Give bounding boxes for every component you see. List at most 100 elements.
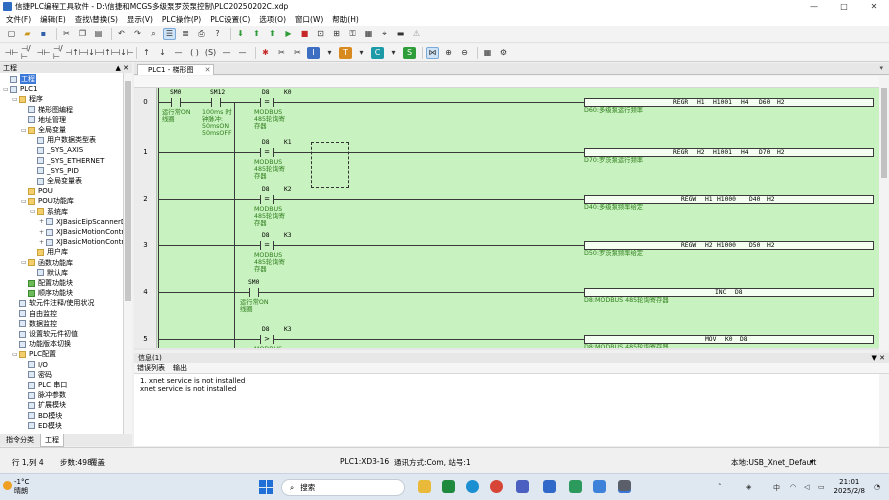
tree-item[interactable]: + XJBasicEipScannerDa	[39, 217, 123, 227]
hline-icon[interactable]: —	[236, 47, 249, 59]
stop-icon[interactable]: ■	[298, 28, 311, 40]
library-icon[interactable]: ▦	[481, 47, 494, 59]
run-icon[interactable]: ▶	[282, 28, 295, 40]
menu-plc-operation[interactable]: PLC操作(P)	[162, 14, 201, 25]
tree-item[interactable]: 用户库	[30, 247, 68, 257]
tree-item[interactable]: 数据监控	[12, 319, 57, 329]
no-contact[interactable]	[211, 98, 221, 107]
menu-window[interactable]: 窗口(W)	[295, 14, 323, 25]
tree-item[interactable]: + XJBasicMotionControl	[39, 227, 123, 237]
tree-item[interactable]: 顺序功能块	[21, 288, 73, 298]
compare-contact[interactable]: =	[260, 98, 274, 107]
instruction-icon[interactable]: I	[307, 46, 320, 59]
delete-hline-icon[interactable]: ✂	[291, 47, 304, 59]
tab-dropdown-icon[interactable]: ▾	[879, 64, 883, 72]
tree-item[interactable]: 用户数据类型表	[30, 135, 96, 145]
tree-expander-icon[interactable]: ▭	[21, 259, 27, 266]
project-tree-scrollbar[interactable]	[124, 73, 132, 434]
app-icon-8[interactable]	[593, 480, 606, 493]
find-icon[interactable]: ⌕	[147, 28, 160, 40]
save-icon[interactable]: ▪	[37, 28, 50, 40]
menu-edit[interactable]: 编辑(E)	[40, 14, 66, 25]
tree-item[interactable]: 软元件注释/使用状况	[12, 298, 94, 308]
tree-item[interactable]: 默认库	[30, 268, 68, 278]
file-explorer-icon[interactable]	[418, 480, 431, 493]
tray-app-icon[interactable]: ◈	[746, 483, 751, 491]
new-file-icon[interactable]: ▢	[5, 28, 18, 40]
tab-plc1-ladder[interactable]: PLC1 - 梯形图 ✕	[137, 64, 215, 75]
tree-item[interactable]: _SYS_PID	[30, 166, 79, 176]
info-scrollbar[interactable]	[879, 374, 889, 446]
status-port[interactable]: 本地:USB_Xnet_Default	[731, 457, 816, 468]
tree-item[interactable]: 地址管理	[21, 115, 66, 125]
compare-icon[interactable]: ⬆	[266, 28, 279, 40]
no-contact[interactable]	[171, 98, 181, 107]
ladder-vertical-scrollbar[interactable]	[879, 76, 889, 350]
text-icon[interactable]: T	[339, 46, 352, 59]
tree-expander-icon[interactable]: ▭	[21, 198, 27, 205]
tab-output[interactable]: 输出	[173, 363, 187, 373]
set-coil-icon[interactable]: (S)	[204, 47, 217, 59]
help-icon[interactable]: ?	[211, 28, 224, 40]
menu-plc-settings[interactable]: PLC设置(C)	[210, 14, 250, 25]
tree-item[interactable]: 功能版本切换	[12, 339, 71, 349]
status-port-dropdown-icon[interactable]: ▾	[810, 457, 814, 466]
parallel-rising-icon[interactable]: ⊣↑⊢	[97, 47, 118, 59]
wifi-icon[interactable]: ◠	[790, 483, 796, 491]
battery-icon[interactable]: ▭	[818, 483, 825, 491]
tree-item[interactable]: PLC 串口	[21, 380, 67, 390]
clock[interactable]: 21:01 2025/2/8	[834, 478, 865, 496]
compare-contact[interactable]: =	[260, 241, 274, 250]
tree-item[interactable]: I/O	[21, 360, 48, 370]
menu-find-replace[interactable]: 查找\替换(S)	[75, 14, 118, 25]
statement-icon[interactable]: ▾	[355, 47, 368, 59]
plc-app-icon[interactable]	[618, 480, 631, 493]
compare-contact[interactable]: >	[260, 335, 274, 344]
tree-item[interactable]: 脉冲参数	[21, 390, 66, 400]
tree-expander-icon[interactable]: +	[39, 229, 45, 236]
close-button[interactable]: ✕	[859, 2, 889, 11]
tree-item[interactable]: ▭ 函数功能库	[21, 258, 73, 268]
step-icon[interactable]: ▾	[387, 47, 400, 59]
weather-widget[interactable]: -1°C 晴朗	[14, 478, 29, 496]
app-icon-5[interactable]	[516, 480, 529, 493]
no-contact-icon[interactable]: ⊣⊢	[5, 47, 19, 59]
instruction-box[interactable]: REGW H2 H1000 D50 H2	[584, 241, 874, 250]
ladder-diagram[interactable]: 0 1 2 3 4 5 SM0 运行常ON 线圈 SM12 100ms 时 钟脉冲: 50msO…	[134, 88, 879, 348]
tree-item[interactable]: + XJBasicMotionControl	[39, 237, 123, 247]
tree-item[interactable]: _SYS_AXIS	[30, 145, 83, 155]
parallel-falling-icon[interactable]: ⊣↓⊢	[113, 47, 134, 59]
lock-icon[interactable]: ⚿	[346, 28, 359, 40]
minimize-button[interactable]: —	[799, 2, 829, 11]
menu-options[interactable]: 选项(O)	[259, 14, 286, 25]
delete-vline-icon[interactable]: ✂	[275, 47, 288, 59]
tree-expander-icon[interactable]: ▭	[3, 86, 9, 93]
diagnose-icon[interactable]: ⌖	[378, 28, 391, 40]
online-icon[interactable]: ⊞	[330, 28, 343, 40]
menu-help[interactable]: 帮助(H)	[332, 14, 359, 25]
tree-expander-icon[interactable]: +	[39, 218, 45, 225]
app-icon-6[interactable]	[543, 480, 556, 493]
tray-chevron-icon[interactable]: ˄	[718, 483, 722, 491]
tab-project[interactable]: 工程	[40, 433, 64, 447]
compare-contact[interactable]: =	[260, 148, 274, 157]
cursor-selection-box[interactable]	[311, 142, 349, 188]
tab-close-icon[interactable]: ✕	[205, 66, 211, 74]
tree-item[interactable]: ▭ 全局变量	[21, 125, 66, 135]
compare-contact[interactable]: =	[260, 195, 274, 204]
horizontal-line-icon[interactable]: —	[172, 47, 185, 59]
paste-icon[interactable]: ▤	[92, 28, 105, 40]
tree-item[interactable]: _SYS_ETHERNET	[30, 156, 104, 166]
tree-item[interactable]: ED模块	[21, 421, 62, 431]
delete-line-icon[interactable]: —	[220, 47, 233, 59]
ladder-view-icon[interactable]: ☰	[163, 28, 176, 40]
instruction-box[interactable]: REGR H1 H1001 H4 D60 H2	[584, 98, 874, 107]
tree-item[interactable]: POU	[21, 186, 53, 196]
rising-edge-icon[interactable]: ⊣↑⊢	[65, 47, 86, 59]
tree-item[interactable]: ▭ 系统库	[30, 207, 68, 217]
cell-comment-icon[interactable]: C	[371, 46, 384, 59]
tree-item[interactable]: ▭ PLC配置	[12, 349, 56, 359]
ime-language[interactable]: 中	[773, 483, 780, 493]
parallel-nc-icon[interactable]: ⊣/⊢	[53, 44, 66, 60]
s-icon[interactable]: S	[403, 46, 416, 59]
